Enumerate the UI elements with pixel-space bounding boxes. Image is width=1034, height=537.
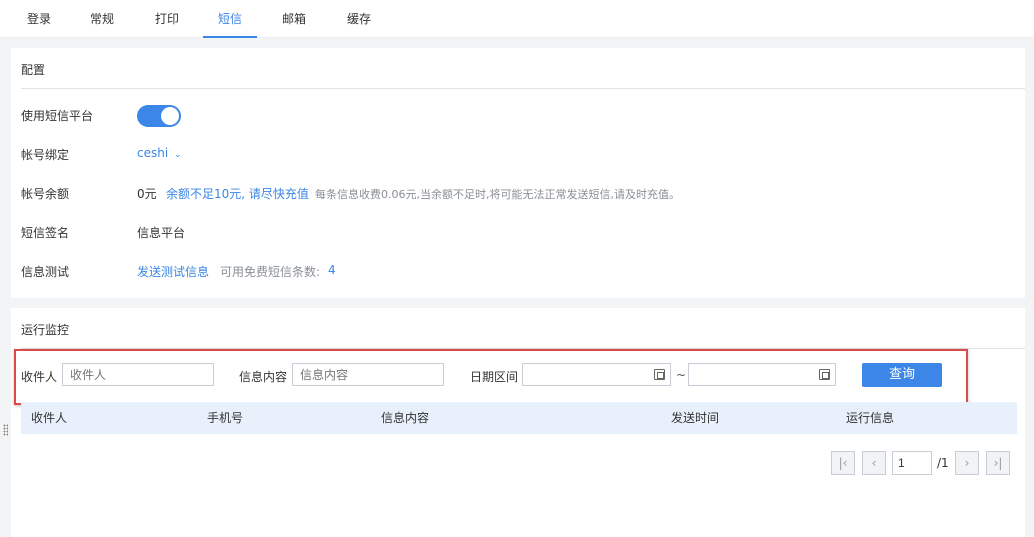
use-platform-toggle[interactable] (137, 105, 181, 127)
config-panel: 配置 使用短信平台 帐号绑定 ceshi ⌄ 帐号余额 0元 余额不足10元, … (11, 48, 1025, 298)
tab-sms[interactable]: 短信 (203, 0, 257, 38)
free-count-label: 可用免费短信条数: (220, 265, 321, 279)
calendar-icon[interactable] (819, 369, 830, 380)
start-date-input[interactable] (522, 363, 671, 386)
tab-email[interactable]: 邮箱 (281, 0, 307, 38)
tab-bar: 登录 常规 打印 短信 邮箱 缓存 (0, 0, 1034, 38)
prev-page-icon[interactable]: ‹ (862, 451, 886, 475)
col-content: 信息内容 (381, 411, 430, 425)
config-title: 配置 (21, 63, 46, 77)
date-separator: ~ (676, 368, 687, 382)
signature-label: 短信签名 (21, 226, 70, 240)
send-test-link[interactable]: 发送测试信息 (137, 263, 209, 280)
chevron-down-icon: ⌄ (174, 150, 182, 160)
tab-general[interactable]: 常规 (89, 0, 115, 38)
first-page-icon[interactable]: |‹ (831, 451, 855, 475)
col-recipient: 收件人 (31, 411, 68, 425)
col-send-time: 发送时间 (671, 411, 720, 425)
signature-value: 信息平台 (137, 226, 186, 240)
account-bind-value: ceshi (137, 146, 169, 160)
monitor-title: 运行监控 (21, 323, 70, 337)
account-bind-label: 帐号绑定 (21, 148, 70, 162)
tab-print[interactable]: 打印 (154, 0, 180, 38)
next-page-icon[interactable]: › (955, 451, 979, 475)
content-input[interactable] (292, 363, 444, 386)
calendar-icon[interactable] (654, 369, 665, 380)
total-pages: /1 (937, 456, 949, 470)
toggle-knob (161, 107, 179, 125)
monitor-panel: 运行监控 收件人 信息内容 日期区间 ~ 查询 收件人 手机号 信息内容 发送时… (11, 308, 1025, 537)
use-platform-label: 使用短信平台 (21, 109, 94, 123)
balance-label: 帐号余额 (21, 187, 70, 201)
balance-value: 0元 (137, 187, 157, 201)
table-header: 收件人 手机号 信息内容 发送时间 运行信息 (21, 402, 1017, 434)
test-label: 信息测试 (21, 265, 70, 279)
page-number-input[interactable] (892, 451, 932, 475)
col-run-info: 运行信息 (846, 411, 895, 425)
tab-cache[interactable]: 缓存 (346, 0, 372, 38)
content-label: 信息内容 (239, 370, 288, 384)
config-divider (21, 88, 1025, 89)
tab-login[interactable]: 登录 (26, 0, 52, 38)
free-count-value: 4 (328, 263, 336, 277)
last-page-icon[interactable]: ›| (986, 451, 1010, 475)
balance-recharge-link[interactable]: 余额不足10元, 请尽快充值 (166, 185, 309, 202)
end-date-input[interactable] (688, 363, 836, 386)
recipient-input[interactable] (62, 363, 214, 386)
recipient-label: 收件人 (21, 370, 58, 384)
balance-note: 每条信息收费0.06元,当余额不足时,将可能无法正常发送短信,请及时充值。 (315, 188, 680, 201)
account-bind-dropdown[interactable]: ceshi ⌄ (137, 146, 182, 160)
query-button[interactable]: 查询 (862, 363, 942, 387)
date-range-label: 日期区间 (470, 370, 519, 384)
drag-handle-icon[interactable] (3, 424, 8, 436)
col-phone: 手机号 (207, 411, 244, 425)
